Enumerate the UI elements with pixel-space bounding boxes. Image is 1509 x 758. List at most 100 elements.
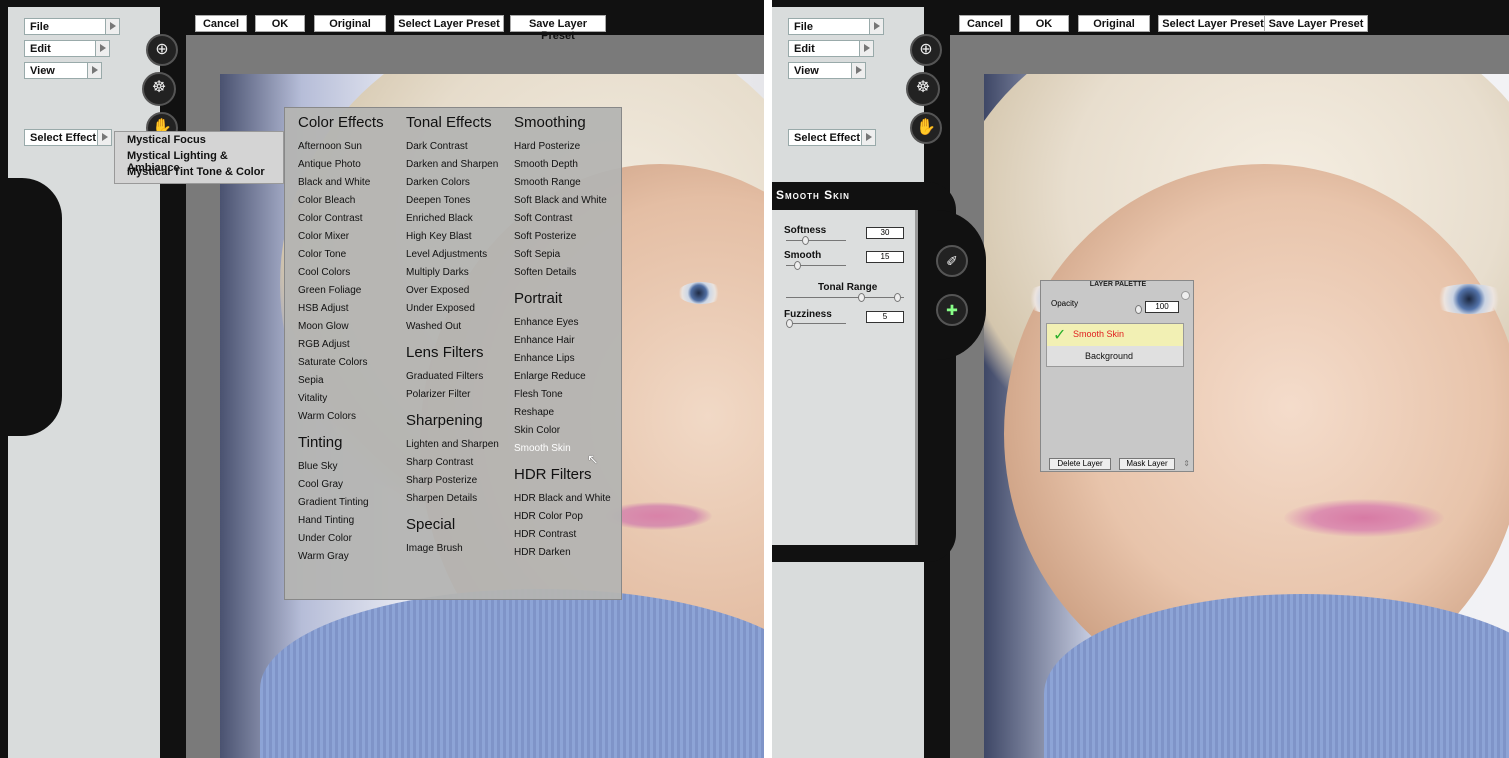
cancel-button[interactable]: Cancel bbox=[959, 15, 1011, 32]
effect-item[interactable]: Cool Gray bbox=[298, 476, 384, 494]
layer-row-background[interactable]: Background bbox=[1047, 346, 1183, 366]
ok-button[interactable]: OK bbox=[1019, 15, 1069, 32]
select-effect-button[interactable]: Select Effect bbox=[788, 129, 876, 146]
select-layer-preset-button[interactable]: Select Layer Preset bbox=[1158, 15, 1268, 32]
effect-item[interactable]: Hand Tinting bbox=[298, 512, 384, 530]
effect-item[interactable]: Enhance Eyes bbox=[514, 314, 611, 332]
softness-knob[interactable] bbox=[802, 236, 809, 245]
effect-item[interactable]: Skin Color bbox=[514, 422, 611, 440]
opacity-knob[interactable] bbox=[1135, 305, 1142, 314]
cancel-button[interactable]: Cancel bbox=[195, 15, 247, 32]
effect-item[interactable]: Saturate Colors bbox=[298, 354, 384, 372]
effect-item[interactable]: Color Bleach bbox=[298, 192, 384, 210]
ok-button[interactable]: OK bbox=[255, 15, 305, 32]
effect-item[interactable]: Antique Photo bbox=[298, 156, 384, 174]
smooth-knob[interactable] bbox=[794, 261, 801, 270]
effect-item[interactable]: Sharp Posterize bbox=[406, 472, 499, 490]
tonal-range-high-knob[interactable] bbox=[894, 293, 901, 302]
effect-item[interactable]: Hard Posterize bbox=[514, 138, 611, 156]
palette-scroll-up-icon[interactable] bbox=[1181, 291, 1190, 300]
effect-item[interactable]: Color Mixer bbox=[298, 228, 384, 246]
effect-item[interactable]: Enlarge Reduce bbox=[514, 368, 611, 386]
effect-item[interactable]: Blue Sky bbox=[298, 458, 384, 476]
effect-item[interactable]: Enhance Lips bbox=[514, 350, 611, 368]
fuzziness-stepper[interactable]: 5 bbox=[866, 311, 904, 323]
effect-item[interactable]: Smooth Range bbox=[514, 174, 611, 192]
effect-item[interactable]: HDR Color Pop bbox=[514, 508, 611, 526]
effect-item[interactable]: Smooth Depth bbox=[514, 156, 611, 174]
save-layer-preset-button[interactable]: Save Layer Preset bbox=[1264, 15, 1368, 32]
effect-item[interactable]: Sharp Contrast bbox=[406, 454, 499, 472]
effect-item[interactable]: Polarizer Filter bbox=[406, 386, 499, 404]
effect-item[interactable]: Darken and Sharpen bbox=[406, 156, 499, 174]
zoom-icon[interactable]: ⊕ bbox=[146, 34, 178, 66]
softness-stepper[interactable]: 30 bbox=[866, 227, 904, 239]
effect-item[interactable]: Enriched Black bbox=[406, 210, 499, 228]
effect-item[interactable]: Image Brush bbox=[406, 540, 499, 558]
effect-item[interactable]: Under Exposed bbox=[406, 300, 499, 318]
effect-item[interactable]: Darken Colors bbox=[406, 174, 499, 192]
palette-resize-icon[interactable]: ⇕ bbox=[1183, 459, 1190, 468]
mask-layer-button[interactable]: Mask Layer bbox=[1119, 458, 1175, 470]
effect-item[interactable]: Gradient Tinting bbox=[298, 494, 384, 512]
tonal-range-low-knob[interactable] bbox=[858, 293, 865, 302]
effect-item[interactable]: Cool Colors bbox=[298, 264, 384, 282]
effect-item[interactable]: Vitality bbox=[298, 390, 384, 408]
effect-item[interactable]: Moon Glow bbox=[298, 318, 384, 336]
original-button[interactable]: Original bbox=[314, 15, 386, 32]
effect-item[interactable]: High Key Blast bbox=[406, 228, 499, 246]
effect-item[interactable]: Black and White bbox=[298, 174, 384, 192]
delete-layer-button[interactable]: Delete Layer bbox=[1049, 458, 1111, 470]
effect-item[interactable]: Soft Contrast bbox=[514, 210, 611, 228]
effect-item[interactable]: Green Foliage bbox=[298, 282, 384, 300]
file-menu[interactable]: File bbox=[24, 18, 120, 35]
file-menu[interactable]: File bbox=[788, 18, 884, 35]
select-layer-preset-button[interactable]: Select Layer Preset bbox=[394, 15, 504, 32]
menu-item-mystical-lighting[interactable]: Mystical Lighting & Ambiance bbox=[115, 148, 283, 174]
effect-item[interactable]: Warm Gray bbox=[298, 548, 384, 566]
hand-icon[interactable]: ✋ bbox=[910, 112, 942, 144]
view-menu[interactable]: View bbox=[788, 62, 866, 79]
effect-item[interactable]: Enhance Hair bbox=[514, 332, 611, 350]
fuzziness-knob[interactable] bbox=[786, 319, 793, 328]
smooth-stepper[interactable]: 15 bbox=[866, 251, 904, 263]
zoom-icon[interactable]: ⊕ bbox=[910, 34, 942, 66]
effect-item[interactable]: HDR Black and White bbox=[514, 490, 611, 508]
effect-item[interactable]: Lighten and Sharpen bbox=[406, 436, 499, 454]
effect-item[interactable]: Under Color bbox=[298, 530, 384, 548]
select-effect-button[interactable]: Select Effect bbox=[24, 129, 112, 146]
effect-item[interactable]: Over Exposed bbox=[406, 282, 499, 300]
opacity-stepper[interactable]: 100 bbox=[1145, 301, 1179, 313]
view-menu[interactable]: View bbox=[24, 62, 102, 79]
effect-item[interactable]: HDR Contrast bbox=[514, 526, 611, 544]
effect-item[interactable]: Color Contrast bbox=[298, 210, 384, 228]
rotate-icon[interactable]: ☸ bbox=[906, 72, 940, 106]
edit-menu[interactable]: Edit bbox=[24, 40, 110, 57]
brush-icon[interactable]: ✐ bbox=[936, 245, 968, 277]
effect-item[interactable]: Warm Colors bbox=[298, 408, 384, 426]
rotate-icon[interactable]: ☸ bbox=[142, 72, 176, 106]
effect-item[interactable]: Level Adjustments bbox=[406, 246, 499, 264]
add-brush-icon[interactable]: ✚ bbox=[936, 294, 968, 326]
effect-item[interactable]: Sharpen Details bbox=[406, 490, 499, 508]
effect-item[interactable]: Soft Posterize bbox=[514, 228, 611, 246]
effect-item[interactable]: Reshape bbox=[514, 404, 611, 422]
menu-item-mystical-tint[interactable]: Mystical Tint Tone & Color bbox=[115, 164, 283, 180]
effect-item[interactable]: Deepen Tones bbox=[406, 192, 499, 210]
effect-item[interactable]: Flesh Tone bbox=[514, 386, 611, 404]
layer-row-smooth-skin[interactable]: ✓ Smooth Skin bbox=[1047, 324, 1183, 346]
effect-item[interactable]: HSB Adjust bbox=[298, 300, 384, 318]
effect-item[interactable]: Multiply Darks bbox=[406, 264, 499, 282]
effect-item[interactable]: Washed Out bbox=[406, 318, 499, 336]
save-layer-preset-button[interactable]: Save Layer Preset bbox=[510, 15, 606, 42]
effect-item[interactable]: Graduated Filters bbox=[406, 368, 499, 386]
effect-item[interactable]: Soft Sepia bbox=[514, 246, 611, 264]
effect-item[interactable]: HDR Darken bbox=[514, 544, 611, 562]
effect-item[interactable]: RGB Adjust bbox=[298, 336, 384, 354]
edit-menu[interactable]: Edit bbox=[788, 40, 874, 57]
effect-item[interactable]: Soften Details bbox=[514, 264, 611, 282]
menu-item-mystical-focus[interactable]: Mystical Focus bbox=[115, 132, 283, 148]
effect-item[interactable]: Color Tone bbox=[298, 246, 384, 264]
effect-item[interactable]: Dark Contrast bbox=[406, 138, 499, 156]
effect-item[interactable]: Sepia bbox=[298, 372, 384, 390]
